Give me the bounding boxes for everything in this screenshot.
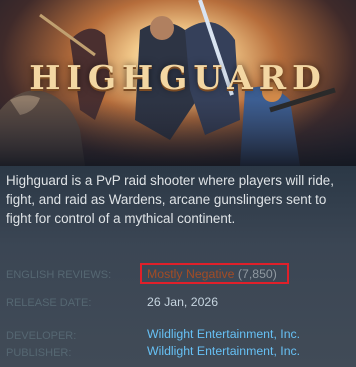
release-date-label: RELEASE DATE: (6, 297, 92, 309)
release-date-value: 26 Jan, 2026 (147, 295, 219, 309)
game-info-panel: Highguard is a PvP raid shooter where pl… (0, 166, 356, 367)
game-description: Highguard is a PvP raid shooter where pl… (6, 173, 334, 226)
reviews-label: ENGLISH REVIEWS: (6, 269, 112, 281)
developer-link[interactable]: Wildlight Entertainment, Inc. (147, 327, 300, 341)
publisher-label: PUBLISHER: (6, 347, 72, 359)
game-header-capsule[interactable]: HIGHGUARD (0, 0, 356, 166)
publisher-link[interactable]: Wildlight Entertainment, Inc. (147, 344, 300, 358)
review-highlight-box (140, 263, 289, 284)
game-logo: HIGHGUARD (29, 58, 327, 97)
developer-label: DEVELOPER: (6, 330, 77, 342)
